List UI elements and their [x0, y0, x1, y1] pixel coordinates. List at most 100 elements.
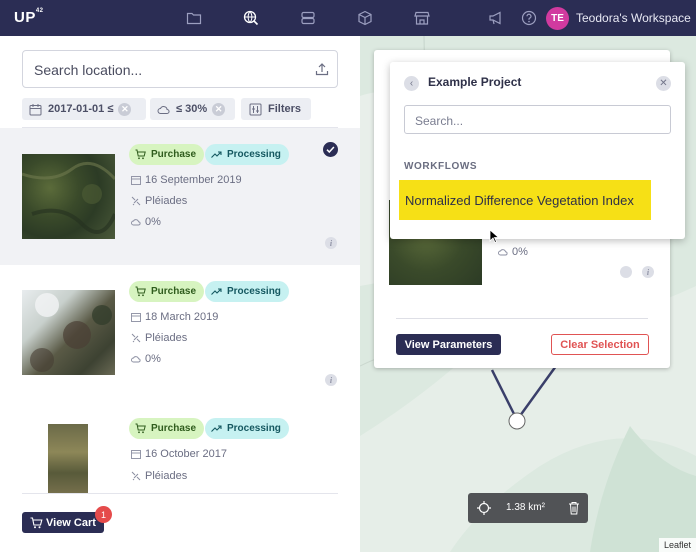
- cloud-cover: 0%: [131, 216, 161, 228]
- search-placeholder: Search location...: [34, 62, 143, 78]
- cart-icon: [135, 286, 146, 297]
- globe-search-icon[interactable]: [243, 10, 259, 26]
- leaflet-attribution[interactable]: Leaflet: [658, 538, 696, 552]
- sensor-text: Pléiades: [145, 470, 188, 482]
- store-icon[interactable]: [414, 10, 430, 26]
- back-chevron-icon[interactable]: ‹: [404, 76, 419, 91]
- sensor-text: Pléiades: [145, 195, 188, 207]
- filters-button[interactable]: Filters: [241, 98, 311, 120]
- workflow-dropdown: ‹ Example Project ✕ Search... WORKFLOWS …: [390, 62, 685, 239]
- processing-tag: Processing: [205, 144, 289, 165]
- app-logo[interactable]: UP42: [14, 8, 44, 26]
- cloud-icon: [498, 249, 508, 256]
- satellite-icon: [131, 333, 141, 343]
- workflow-search-placeholder: Search...: [415, 114, 464, 128]
- database-icon[interactable]: [300, 10, 316, 26]
- divider: [396, 318, 648, 319]
- remove-date-filter-icon[interactable]: ✕: [118, 102, 132, 116]
- cloud-cover: 0%: [131, 353, 161, 365]
- calendar-icon: [131, 450, 141, 459]
- date-text: 16 October 2017: [145, 448, 227, 460]
- sliders-icon: [249, 103, 262, 115]
- purchase-tag: Purchase: [129, 281, 205, 302]
- sensor-name: Pléiades: [131, 332, 187, 344]
- calendar-icon: [29, 103, 42, 115]
- search-panel: Search location... 2017-01-01 ≤ ✕ ≤ 30% …: [0, 36, 360, 552]
- cube-icon[interactable]: [357, 10, 373, 26]
- cart-icon: [135, 149, 146, 160]
- cloud-icon: [157, 105, 170, 114]
- mouse-cursor-icon: [489, 229, 499, 244]
- upload-icon[interactable]: [315, 62, 329, 76]
- remove-cloud-filter-icon[interactable]: ✕: [212, 102, 226, 116]
- purchase-tag: Purchase: [129, 144, 205, 165]
- workflow-search-input[interactable]: Search...: [404, 105, 671, 134]
- cloud-text: 0%: [145, 216, 161, 228]
- result-item[interactable]: Purchase Processing 16 September 2019 Pl…: [0, 128, 360, 265]
- satellite-icon: [131, 471, 141, 481]
- divider: [22, 493, 338, 494]
- acquisition-date: 16 September 2019: [131, 174, 242, 186]
- workflow-option-label: Normalized Difference Vegetation Index: [405, 192, 634, 208]
- help-icon[interactable]: [521, 10, 537, 26]
- cart-icon: [135, 423, 146, 434]
- cart-icon: [30, 516, 43, 528]
- aoi-area-readout: 1.38 km²: [506, 502, 545, 513]
- cart-count-badge: 1: [95, 506, 112, 523]
- acquisition-date: 16 October 2017: [131, 448, 227, 460]
- date-filter-label: 2017-01-01 ≤: [48, 103, 114, 115]
- info-icon[interactable]: i: [325, 237, 337, 249]
- workspace-name[interactable]: Teodora's Workspace: [576, 11, 691, 25]
- folder-icon[interactable]: [186, 10, 202, 26]
- workflows-section-header: WORKFLOWS: [404, 161, 478, 172]
- info-icon[interactable]: i: [642, 266, 654, 278]
- cloud-filter-chip[interactable]: ≤ 30% ✕: [150, 98, 235, 120]
- scene-thumbnail[interactable]: [22, 424, 115, 509]
- calendar-icon: [131, 313, 141, 322]
- cloud-icon: [131, 356, 141, 363]
- view-cart-button[interactable]: View Cart: [22, 512, 104, 533]
- preview-icon[interactable]: [620, 266, 632, 278]
- result-item[interactable]: Purchase Processing 18 March 2019 Pléiad…: [0, 265, 360, 402]
- calendar-icon: [131, 176, 141, 185]
- megaphone-icon[interactable]: [488, 10, 504, 26]
- purchase-tag: Purchase: [129, 418, 205, 439]
- top-bar: UP42 TE Teodora's Workspace: [0, 0, 696, 36]
- trash-icon[interactable]: [568, 501, 580, 515]
- selected-check-icon[interactable]: [323, 142, 338, 157]
- sensor-name: Pléiades: [131, 195, 187, 207]
- sensor-text: Pléiades: [145, 332, 188, 344]
- purchase-label: Purchase: [151, 149, 197, 160]
- satellite-icon: [131, 196, 141, 206]
- cloud-filter-label: ≤ 30%: [176, 103, 208, 115]
- cloud-icon: [131, 219, 141, 226]
- processing-tag: Processing: [205, 418, 289, 439]
- workflow-option-ndvi[interactable]: Normalized Difference Vegetation Index: [399, 180, 651, 220]
- map-draw-toolbar: 1.38 km²: [468, 493, 588, 523]
- date-text: 16 September 2019: [145, 174, 242, 186]
- crosshair-icon[interactable]: [477, 501, 491, 515]
- clear-selection-button[interactable]: Clear Selection: [551, 334, 649, 355]
- view-parameters-button[interactable]: View Parameters: [396, 334, 501, 355]
- cloud-text: 0%: [512, 246, 528, 258]
- search-input[interactable]: Search location...: [22, 50, 338, 88]
- date-text: 18 March 2019: [145, 311, 219, 323]
- scene-thumbnail[interactable]: [22, 290, 115, 375]
- processing-label: Processing: [227, 423, 281, 434]
- filters-label: Filters: [268, 103, 302, 115]
- info-icon[interactable]: i: [325, 374, 337, 386]
- project-title: Example Project: [428, 75, 522, 89]
- avatar[interactable]: TE: [546, 7, 569, 30]
- trend-up-icon: [211, 425, 222, 432]
- scene-thumbnail[interactable]: [21, 154, 117, 239]
- processing-tag: Processing: [205, 281, 289, 302]
- cloud-cover: 0%: [498, 246, 528, 258]
- cloud-text: 0%: [145, 353, 161, 365]
- trend-up-icon: [211, 151, 222, 158]
- sensor-name: Pléiades: [131, 470, 187, 482]
- purchase-label: Purchase: [151, 286, 197, 297]
- processing-label: Processing: [227, 149, 281, 160]
- acquisition-date: 18 March 2019: [131, 311, 218, 323]
- date-filter-chip[interactable]: 2017-01-01 ≤ ✕: [22, 98, 146, 120]
- close-icon[interactable]: ✕: [656, 76, 671, 91]
